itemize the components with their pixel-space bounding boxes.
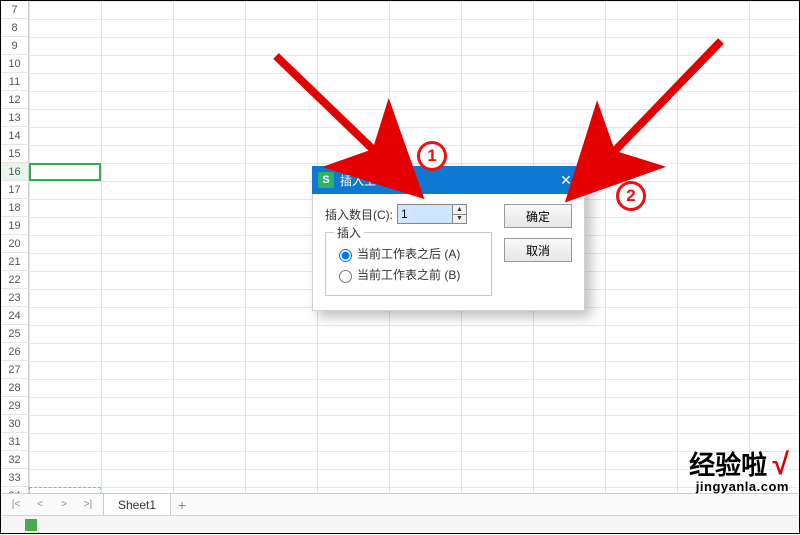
cancel-button[interactable]: 取消 [504,238,572,262]
close-icon[interactable]: ✕ [553,166,579,194]
row-header[interactable]: 22 [1,271,28,289]
watermark-url: jingyanla.com [689,480,789,493]
check-icon: √ [773,448,789,481]
row-header[interactable]: 24 [1,307,28,325]
row-header[interactable]: 28 [1,379,28,397]
dialog-titlebar[interactable]: S 插入工 ✕ [312,166,585,194]
row-header[interactable]: 32 [1,451,28,469]
row-header[interactable]: 33 [1,469,28,487]
count-spinner[interactable]: ▲ ▼ [397,204,467,224]
insert-position-group: 插入 当前工作表之后 (A) 当前工作表之前 (B) [325,232,492,296]
row-header[interactable]: 16 [1,163,28,181]
row-header[interactable]: 27 [1,361,28,379]
watermark: 经验啦 √ jingyanla.com [689,450,789,493]
sheet-tabs-bar: |< < > >| Sheet1 + [1,493,799,515]
row-header[interactable]: 14 [1,127,28,145]
row-header[interactable]: 8 [1,19,28,37]
selected-cell[interactable] [29,163,101,181]
callout-1-label: 1 [427,146,436,166]
tab-nav-prev-icon[interactable]: < [31,496,49,514]
row-header[interactable]: 13 [1,109,28,127]
row-header[interactable]: 15 [1,145,28,163]
sheet-tab-label: Sheet1 [118,498,156,512]
group-title: 插入 [334,224,364,241]
tab-nav-first-icon[interactable]: |< [7,496,25,514]
status-icon [25,519,37,531]
ok-label: 确定 [526,208,550,225]
row-header[interactable]: 19 [1,217,28,235]
row-header[interactable]: 31 [1,433,28,451]
row-header[interactable]: 12 [1,91,28,109]
spreadsheet-app-icon: S [318,172,334,188]
row-header[interactable]: 7 [1,1,28,19]
row-header[interactable]: 10 [1,55,28,73]
callout-2-label: 2 [626,186,635,206]
row-header[interactable]: 17 [1,181,28,199]
radio-before-label: 当前工作表之前 (B) [357,266,460,283]
radio-before[interactable]: 当前工作表之前 (B) [334,266,483,283]
row-header[interactable]: 30 [1,415,28,433]
tab-nav-last-icon[interactable]: >| [79,496,97,514]
callout-2: 2 [616,181,646,211]
radio-after-input[interactable] [339,249,352,262]
insert-sheet-dialog: S 插入工 ✕ 插入数目(C): ▲ ▼ 插入 当前工作表之后 (A) [312,166,585,311]
row-header-column: 7891011121314151617181920212223242526272… [1,1,29,499]
radio-before-input[interactable] [339,270,352,283]
count-label: 插入数目(C): [325,206,393,223]
row-header[interactable]: 25 [1,325,28,343]
dialog-title: 插入工 [340,172,553,189]
row-header[interactable]: 11 [1,73,28,91]
row-header[interactable]: 9 [1,37,28,55]
add-sheet-icon[interactable]: + [171,494,193,516]
row-header[interactable]: 23 [1,289,28,307]
tab-nav-next-icon[interactable]: > [55,496,73,514]
spinner-down-icon[interactable]: ▼ [453,215,466,224]
row-header[interactable]: 20 [1,235,28,253]
watermark-title: 经验啦 [689,450,767,480]
ok-button[interactable]: 确定 [504,204,572,228]
row-header[interactable]: 18 [1,199,28,217]
count-input[interactable] [398,205,452,223]
sheet-tab[interactable]: Sheet1 [103,494,171,516]
spinner-up-icon[interactable]: ▲ [453,205,466,215]
row-header[interactable]: 29 [1,397,28,415]
radio-after-label: 当前工作表之后 (A) [357,245,460,262]
status-bar [1,515,799,533]
row-header[interactable]: 21 [1,253,28,271]
row-header[interactable]: 26 [1,343,28,361]
radio-after[interactable]: 当前工作表之后 (A) [334,245,483,262]
cancel-label: 取消 [526,242,550,259]
callout-1: 1 [417,141,447,171]
